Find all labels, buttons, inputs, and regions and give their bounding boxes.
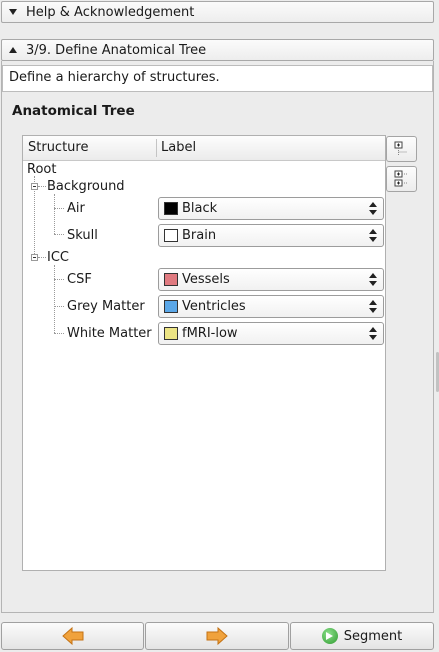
arrow-right-icon	[206, 626, 228, 646]
tree-branch-line	[54, 279, 64, 280]
segment-go-icon	[321, 628, 338, 644]
segment-label: Segment	[343, 628, 403, 644]
add-structure-icon	[394, 141, 407, 156]
tree-branch-line	[54, 265, 55, 333]
tree-item-white-matter[interactable]: White Matter	[67, 326, 152, 341]
tree-item-icc[interactable]: ICC	[47, 250, 69, 265]
help-acknowledgement-header[interactable]: Help & Acknowledgement	[1, 1, 434, 23]
updown-arrows-icon	[369, 229, 377, 242]
color-swatch	[164, 202, 178, 215]
color-swatch	[164, 273, 178, 286]
label-select-csf[interactable]: Vessels	[158, 268, 384, 291]
tree-branch-line	[54, 333, 64, 334]
help-section-title: Help & Acknowledgement	[26, 4, 195, 20]
step-section-title: 3/9. Define Anatomical Tree	[26, 42, 207, 58]
tree-item-csf[interactable]: CSF	[67, 272, 92, 287]
arrow-left-icon	[61, 626, 83, 646]
step-description: Define a hierarchy of structures.	[2, 65, 433, 92]
column-structure[interactable]: Structure	[28, 140, 88, 155]
label-select-value: Vessels	[182, 272, 230, 287]
tree-branch-line	[54, 194, 55, 234]
label-select-value: Ventricles	[182, 299, 246, 314]
tree-item-background[interactable]: Background	[47, 179, 125, 194]
column-label[interactable]: Label	[161, 140, 196, 155]
tree-item-grey-matter[interactable]: Grey Matter	[67, 299, 145, 314]
color-swatch	[164, 327, 178, 340]
segment-button[interactable]: Segment	[290, 622, 434, 650]
label-select-value: Black	[182, 201, 218, 216]
label-select-value: Brain	[182, 228, 217, 243]
tree-branch-line	[54, 208, 64, 209]
label-select-value: fMRI-low	[182, 326, 238, 341]
label-select-air[interactable]: Black	[158, 197, 384, 220]
updown-arrows-icon	[369, 273, 377, 286]
next-button[interactable]	[145, 622, 289, 650]
updown-arrows-icon	[369, 202, 377, 215]
add-structure-button[interactable]	[386, 136, 417, 162]
color-swatch	[164, 300, 178, 313]
tree-branch-line	[54, 306, 64, 307]
tree-root[interactable]: Root	[27, 162, 56, 177]
expand-tree-icon	[394, 170, 408, 187]
column-divider	[156, 139, 157, 157]
updown-arrows-icon	[369, 327, 377, 340]
tree-item-skull[interactable]: Skull	[67, 228, 98, 243]
tree-branch-line	[38, 186, 46, 187]
tree-branch-line	[54, 234, 64, 235]
back-button[interactable]	[1, 622, 144, 650]
define-tree-header[interactable]: 3/9. Define Anatomical Tree	[1, 39, 434, 61]
collapse-icc-icon[interactable]	[31, 254, 38, 261]
color-swatch	[164, 229, 178, 242]
label-select-skull[interactable]: Brain	[158, 224, 384, 247]
label-select-white-matter[interactable]: fMRI-low	[158, 322, 384, 345]
tree-item-air[interactable]: Air	[67, 201, 85, 216]
collapse-background-icon[interactable]	[31, 183, 38, 190]
tree-header: Structure Label	[23, 136, 385, 161]
label-select-grey-matter[interactable]: Ventricles	[158, 295, 384, 318]
anatomical-tree[interactable]: Structure Label Root Background Air Blac…	[22, 135, 386, 571]
updown-arrows-icon	[369, 300, 377, 313]
expand-tree-button[interactable]	[386, 166, 417, 192]
anatomical-tree-title: Anatomical Tree	[12, 103, 135, 119]
expand-arrow-icon	[9, 47, 17, 53]
collapse-arrow-icon	[9, 9, 17, 15]
tree-branch-line	[38, 257, 46, 258]
